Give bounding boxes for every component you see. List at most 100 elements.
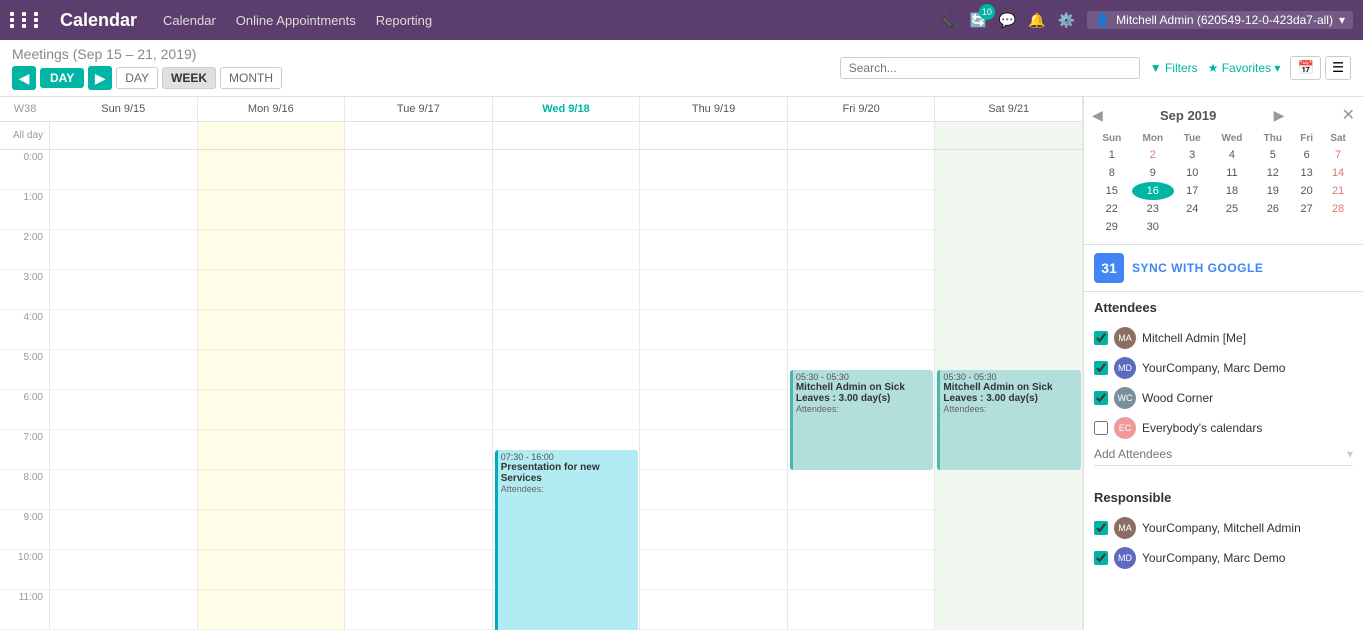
grid-cell-3-mon[interactable] (198, 270, 346, 310)
day-view-button[interactable]: DAY (116, 67, 158, 89)
grid-cell-9-tue[interactable] (345, 510, 493, 550)
grid-cell-7-mon[interactable] (198, 430, 346, 470)
favorites-button[interactable]: ★ Favorites ▾ (1208, 61, 1281, 75)
mini-cal-day-18[interactable]: 18 (1210, 182, 1253, 200)
mini-cal-day-12[interactable]: 12 (1254, 164, 1293, 182)
grid-cell-0-sat[interactable] (935, 150, 1083, 190)
grid-cell-0-thu[interactable] (640, 150, 788, 190)
grid-cell-0-tue[interactable] (345, 150, 493, 190)
grid-cell-0-sun[interactable] (50, 150, 198, 190)
grid-cell-8-mon[interactable] (198, 470, 346, 510)
grid-cell-10-sat[interactable] (935, 550, 1083, 590)
grid-cell-3-wed[interactable] (493, 270, 641, 310)
grid-cell-4-sun[interactable] (50, 310, 198, 350)
mini-cal-day-24[interactable]: 24 (1174, 200, 1210, 218)
grid-cell-9-mon[interactable] (198, 510, 346, 550)
grid-cell-9-sat[interactable] (935, 510, 1083, 550)
mini-cal-close-button[interactable]: ✕ (1342, 105, 1355, 125)
mini-cal-day-2[interactable]: 2 (1132, 146, 1174, 164)
grid-cell-1-mon[interactable] (198, 190, 346, 230)
grid-cell-7-sun[interactable] (50, 430, 198, 470)
mini-cal-day-29[interactable]: 29 (1092, 218, 1132, 236)
grid-cell-8-tue[interactable] (345, 470, 493, 510)
mini-cal-day-19[interactable]: 19 (1254, 182, 1293, 200)
mini-cal-day-30[interactable]: 30 (1132, 218, 1174, 236)
grid-cell-4-sat[interactable] (935, 310, 1083, 350)
next-week-button[interactable]: ▶ (88, 66, 112, 90)
grid-cell-5-mon[interactable] (198, 350, 346, 390)
phone-icon[interactable]: 📞 (940, 12, 957, 29)
mini-cal-prev-button[interactable]: ◀ (1092, 107, 1103, 124)
grid-cell-1-fri[interactable] (788, 190, 936, 230)
grid-cell-3-tue[interactable] (345, 270, 493, 310)
mini-cal-day-11[interactable]: 11 (1210, 164, 1253, 182)
mini-cal-day-16[interactable]: 16 (1132, 182, 1174, 200)
grid-cell-0-wed[interactable] (493, 150, 641, 190)
grid-cell-10-fri[interactable] (788, 550, 936, 590)
mini-cal-day-21[interactable]: 21 (1321, 182, 1355, 200)
grid-cell-1-wed[interactable] (493, 190, 641, 230)
grid-cell-10-mon[interactable] (198, 550, 346, 590)
grid-cell-11-mon[interactable] (198, 590, 346, 630)
grid-cell-2-sat[interactable] (935, 230, 1083, 270)
calendar-event-5-5[interactable]: 05:30 - 05:30Mitchell Admin on Sick Leav… (790, 370, 934, 470)
grid-cell-8-thu[interactable] (640, 470, 788, 510)
grid-cell-8-sun[interactable] (50, 470, 198, 510)
grid-cell-11-thu[interactable] (640, 590, 788, 630)
grid-cell-7-thu[interactable] (640, 430, 788, 470)
mini-cal-day-26[interactable]: 26 (1254, 200, 1293, 218)
grid-cell-9-thu[interactable] (640, 510, 788, 550)
chat-icon[interactable]: 💬 (999, 12, 1016, 29)
mini-cal-day-28[interactable]: 28 (1321, 200, 1355, 218)
grid-cell-11-sun[interactable] (50, 590, 198, 630)
grid-cell-1-sat[interactable] (935, 190, 1083, 230)
grid-cell-11-sat[interactable] (935, 590, 1083, 630)
grid-cell-4-thu[interactable] (640, 310, 788, 350)
grid-cell-6-mon[interactable] (198, 390, 346, 430)
grid-cell-6-tue[interactable] (345, 390, 493, 430)
mini-cal-day-3[interactable]: 3 (1174, 146, 1210, 164)
grid-cell-9-fri[interactable] (788, 510, 936, 550)
add-attendees-input[interactable] (1094, 447, 1343, 461)
grid-cell-6-thu[interactable] (640, 390, 788, 430)
grid-cell-5-wed[interactable] (493, 350, 641, 390)
grid-cell-1-sun[interactable] (50, 190, 198, 230)
settings-icon[interactable]: ⚙️ (1058, 12, 1075, 29)
mini-cal-day-5[interactable]: 5 (1254, 146, 1293, 164)
sync-google-button[interactable]: SYNC WITH GOOGLE (1132, 261, 1263, 275)
grid-cell-2-thu[interactable] (640, 230, 788, 270)
apps-menu-icon[interactable] (10, 12, 44, 28)
grid-cell-4-fri[interactable] (788, 310, 936, 350)
grid-cell-4-mon[interactable] (198, 310, 346, 350)
grid-cell-10-sun[interactable] (50, 550, 198, 590)
bell-icon[interactable]: 🔔 (1028, 12, 1045, 29)
attendee-checkbox-2[interactable] (1094, 391, 1108, 405)
mini-cal-day-25[interactable]: 25 (1210, 200, 1253, 218)
grid-cell-0-mon[interactable] (198, 150, 346, 190)
month-view-button[interactable]: MONTH (220, 67, 282, 89)
mini-cal-day-14[interactable]: 14 (1321, 164, 1355, 182)
grid-cell-2-sun[interactable] (50, 230, 198, 270)
grid-cell-2-tue[interactable] (345, 230, 493, 270)
mini-cal-day-27[interactable]: 27 (1292, 200, 1321, 218)
grid-cell-9-sun[interactable] (50, 510, 198, 550)
mini-cal-day-6[interactable]: 6 (1292, 146, 1321, 164)
grid-cell-2-mon[interactable] (198, 230, 346, 270)
search-input[interactable] (840, 57, 1140, 79)
mini-cal-day-10[interactable]: 10 (1174, 164, 1210, 182)
attendee-checkbox-3[interactable] (1094, 421, 1108, 435)
attendee-checkbox-0[interactable] (1094, 331, 1108, 345)
grid-cell-5-sun[interactable] (50, 350, 198, 390)
nav-reporting[interactable]: Reporting (376, 13, 432, 28)
mini-cal-day-1[interactable]: 1 (1092, 146, 1132, 164)
filters-button[interactable]: ▼ Filters (1150, 61, 1198, 75)
grid-cell-5-thu[interactable] (640, 350, 788, 390)
mini-cal-day-20[interactable]: 20 (1292, 182, 1321, 200)
calendar-event-6-5[interactable]: 05:30 - 05:30Mitchell Admin on Sick Leav… (937, 370, 1081, 470)
mini-cal-day-7[interactable]: 7 (1321, 146, 1355, 164)
grid-cell-3-sun[interactable] (50, 270, 198, 310)
grid-cell-4-wed[interactable] (493, 310, 641, 350)
nav-calendar[interactable]: Calendar (163, 13, 216, 28)
prev-week-button[interactable]: ◀ (12, 66, 36, 90)
nav-online-appointments[interactable]: Online Appointments (236, 13, 356, 28)
